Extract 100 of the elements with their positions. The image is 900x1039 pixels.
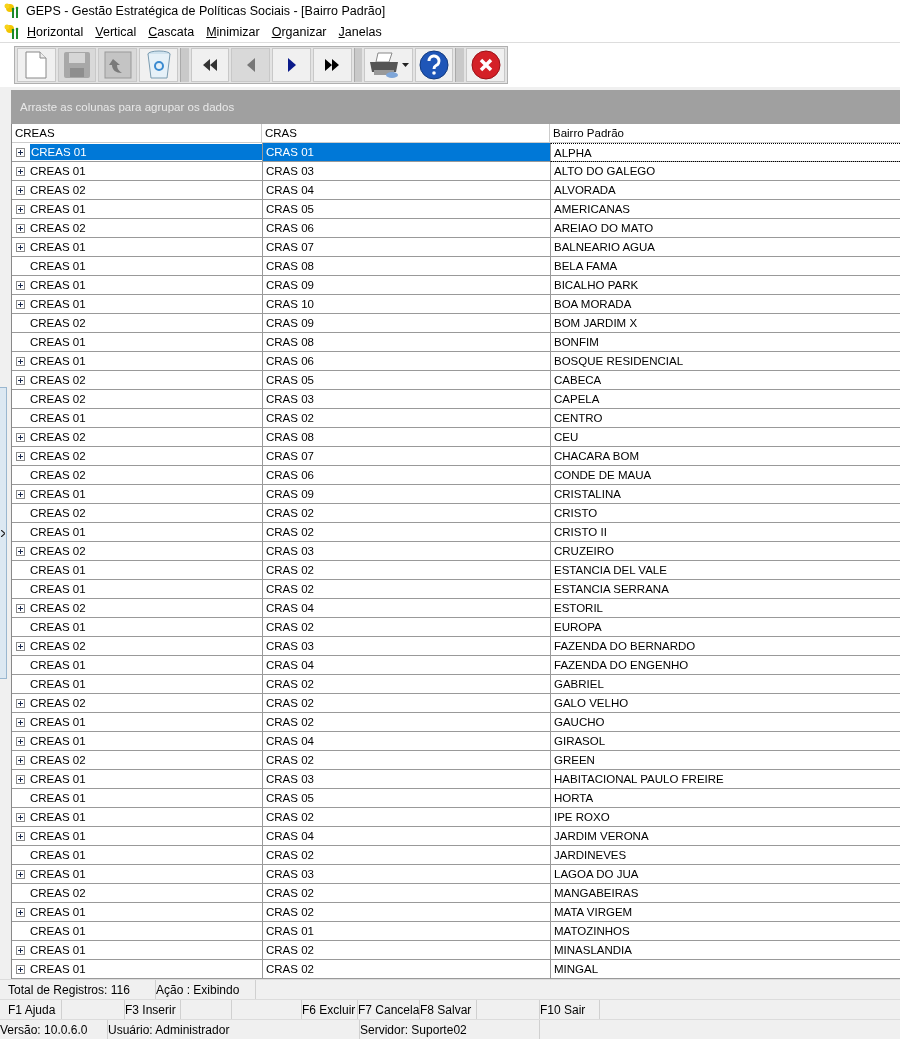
table-row[interactable]: CREAS 01 CRAS 02 CENTRO [12, 409, 900, 428]
expand-icon[interactable] [16, 869, 25, 879]
table-row[interactable]: CREAS 01 CRAS 04 GIRASOL [12, 732, 900, 751]
table-row[interactable]: CREAS 02 CRAS 06 CONDE DE MAUA [12, 466, 900, 485]
function-key[interactable]: F1 Ajuda [8, 1000, 62, 1019]
expand-icon[interactable] [16, 945, 25, 955]
table-row[interactable]: CREAS 02 CRAS 08 CEU [12, 428, 900, 447]
menu-item[interactable]: Organizar [266, 23, 334, 40]
table-row[interactable]: CREAS 01 CRAS 05 HORTA [12, 789, 900, 808]
expand-icon[interactable] [16, 375, 25, 385]
expand-icon[interactable] [16, 280, 25, 290]
table-cell: CRAS 02 [262, 884, 550, 902]
table-row[interactable]: CREAS 02 CRAS 02 CRISTO [12, 504, 900, 523]
expand-icon[interactable] [16, 907, 25, 917]
table-row[interactable]: CREAS 02 CRAS 02 MANGABEIRAS [12, 884, 900, 903]
expand-icon[interactable] [16, 185, 25, 195]
function-key[interactable]: F3 Inserir [125, 1000, 181, 1019]
expand-icon[interactable] [16, 242, 25, 252]
expand-icon[interactable] [16, 698, 25, 708]
table-row[interactable]: CREAS 01 CRAS 09 BICALHO PARK [12, 276, 900, 295]
expand-icon[interactable] [16, 489, 25, 499]
menu-item[interactable]: Vertical [90, 23, 144, 40]
table-row[interactable]: CREAS 01 CRAS 10 BOA MORADA [12, 295, 900, 314]
column-header[interactable]: CREAS [12, 124, 262, 142]
expand-icon[interactable] [16, 641, 25, 651]
print-button[interactable] [364, 48, 413, 82]
last-record-button[interactable] [312, 48, 352, 82]
expand-icon[interactable] [16, 736, 25, 746]
table-cell: CAPELA [550, 390, 900, 408]
table-row[interactable]: CREAS 01 CRAS 02 CRISTO II [12, 523, 900, 542]
table-cell: JARDIM VERONA [550, 827, 900, 845]
table-row[interactable]: CREAS 01 CRAS 02 EUROPA [12, 618, 900, 637]
table-row[interactable]: CREAS 02 CRAS 06 AREIAO DO MATO [12, 219, 900, 238]
expand-icon[interactable] [16, 964, 25, 974]
table-row[interactable]: CREAS 01 CRAS 08 BONFIM [12, 333, 900, 352]
table-row[interactable]: CREAS 01 CRAS 04 JARDIM VERONA [12, 827, 900, 846]
expand-icon[interactable] [16, 147, 25, 157]
expand-icon[interactable] [16, 831, 25, 841]
menu-item[interactable]: Janelas [333, 23, 389, 40]
expand-icon[interactable] [16, 774, 25, 784]
first-record-button[interactable] [190, 48, 230, 82]
table-row[interactable]: CREAS 02 CRAS 02 GALO VELHO [12, 694, 900, 713]
table-row[interactable]: CREAS 01 CRAS 02 MATA VIRGEM [12, 903, 900, 922]
table-row[interactable]: CREAS 01 CRAS 02 GABRIEL [12, 675, 900, 694]
table-row[interactable]: CREAS 01 CRAS 02 MINGAL [12, 960, 900, 979]
menu-item[interactable]: Minimizar [201, 23, 267, 40]
table-row[interactable]: CREAS 01 CRAS 08 BELA FAMA [12, 257, 900, 276]
expand-icon[interactable] [16, 299, 25, 309]
help-button[interactable] [414, 48, 454, 82]
table-row[interactable]: CREAS 02 CRAS 07 CHACARA BOM [12, 447, 900, 466]
table-cell: CRAS 01 [262, 922, 550, 940]
table-row[interactable]: CREAS 02 CRAS 03 FAZENDA DO BERNARDO [12, 637, 900, 656]
table-row[interactable]: CREAS 01 CRAS 03 ALTO DO GALEGO [12, 162, 900, 181]
table-row[interactable]: CREAS 02 CRAS 05 CABECA [12, 371, 900, 390]
expand-icon[interactable] [16, 603, 25, 613]
close-button[interactable] [466, 48, 505, 82]
table-cell: CRAS 02 [262, 409, 550, 427]
expand-icon[interactable] [16, 166, 25, 176]
table-row[interactable]: CREAS 02 CRAS 04 ALVORADA [12, 181, 900, 200]
column-header[interactable]: CRAS [262, 124, 550, 142]
table-row[interactable]: CREAS 01 CRAS 02 GAUCHO [12, 713, 900, 732]
printer-icon [368, 51, 401, 79]
table-row[interactable]: CREAS 01 CRAS 03 LAGOA DO JUA [12, 865, 900, 884]
column-header[interactable]: Bairro Padrão [550, 124, 900, 142]
table-row[interactable]: CREAS 02 CRAS 04 ESTORIL [12, 599, 900, 618]
expand-icon[interactable] [16, 812, 25, 822]
table-row[interactable]: CREAS 02 CRAS 03 CRUZEIRO [12, 542, 900, 561]
table-row[interactable]: CREAS 01 CRAS 04 FAZENDA DO ENGENHO [12, 656, 900, 675]
table-row[interactable]: CREAS 01 CRAS 01 MATOZINHOS [12, 922, 900, 941]
next-record-button[interactable] [272, 48, 311, 82]
delete-button[interactable] [139, 48, 178, 82]
function-key[interactable]: F7 Cancela [358, 1000, 420, 1019]
table-cell: CRAS 07 [262, 238, 550, 256]
table-row[interactable]: CREAS 01 CRAS 02 ESTANCIA DEL VALE [12, 561, 900, 580]
expand-icon[interactable] [16, 356, 25, 366]
function-key[interactable]: F6 Excluir [302, 1000, 358, 1019]
table-row[interactable]: CREAS 02 CRAS 09 BOM JARDIM X [12, 314, 900, 333]
expand-icon[interactable] [16, 755, 25, 765]
table-row[interactable]: CREAS 01 CRAS 02 ESTANCIA SERRANA [12, 580, 900, 599]
expand-icon[interactable] [16, 717, 25, 727]
expand-icon[interactable] [16, 223, 25, 233]
expand-icon[interactable] [16, 451, 25, 461]
table-row[interactable]: CREAS 02 CRAS 03 CAPELA [12, 390, 900, 409]
table-row[interactable]: CREAS 01 CRAS 06 BOSQUE RESIDENCIAL [12, 352, 900, 371]
menu-item[interactable]: Horizontal [22, 23, 91, 40]
table-row[interactable]: CREAS 01 CRAS 02 MINASLANDIA [12, 941, 900, 960]
expand-icon[interactable] [16, 204, 25, 214]
table-row[interactable]: CREAS 01 CRAS 02 JARDINEVES [12, 846, 900, 865]
function-key[interactable]: F8 Salvar [420, 1000, 477, 1019]
table-row[interactable]: CREAS 01 CRAS 05 AMERICANAS [12, 200, 900, 219]
table-row[interactable]: CREAS 01 CRAS 09 CRISTALINA [12, 485, 900, 504]
table-row[interactable]: CREAS 01 CRAS 02 IPE ROXO [12, 808, 900, 827]
expand-icon[interactable] [16, 546, 25, 556]
menu-item[interactable]: Cascata [143, 23, 202, 40]
function-key[interactable]: F10 Sair [540, 1000, 600, 1019]
table-row[interactable]: CREAS 01 CRAS 03 HABITACIONAL PAULO FREIRE [12, 770, 900, 789]
expand-icon[interactable] [16, 432, 25, 442]
table-row[interactable]: CREAS 02 CRAS 02 GREEN [12, 751, 900, 770]
table-row[interactable]: CREAS 01 CRAS 01 ALPHA [12, 143, 900, 162]
table-row[interactable]: CREAS 01 CRAS 07 BALNEARIO AGUA [12, 238, 900, 257]
